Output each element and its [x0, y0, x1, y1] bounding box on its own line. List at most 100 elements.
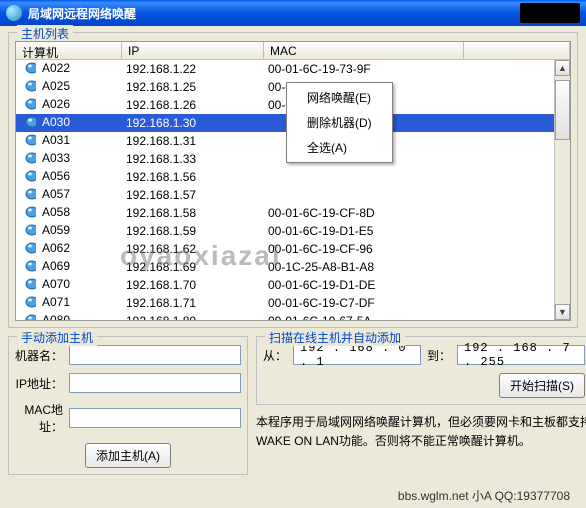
- machine-name-input[interactable]: [69, 345, 241, 365]
- ip-label: IP地址：: [15, 375, 69, 392]
- table-row[interactable]: A070 192.168.1.7000-01-6C-19-D1-DE: [16, 276, 570, 294]
- cell-ip: 192.168.1.59: [122, 224, 264, 238]
- computer-icon: [20, 205, 36, 219]
- cell-name: A058: [38, 205, 70, 219]
- cell-ip: 192.168.1.33: [122, 152, 264, 166]
- scroll-up-button[interactable]: ▲: [555, 60, 570, 76]
- cell-name: A031: [38, 133, 70, 147]
- to-ip-input[interactable]: 192 . 168 . 7 . 255: [457, 345, 585, 365]
- cell-mac: 00-01-6C-19-CF-96: [264, 242, 464, 256]
- cell-ip: 192.168.1.80: [122, 314, 264, 321]
- table-row[interactable]: A057 192.168.1.57: [16, 186, 570, 204]
- menu-wake[interactable]: 网络唤醒(E): [289, 85, 390, 110]
- cell-ip: 192.168.1.57: [122, 188, 264, 202]
- table-row[interactable]: A022 192.168.1.2200-01-6C-19-73-9F: [16, 60, 570, 78]
- cell-name: A057: [38, 187, 70, 201]
- table-row[interactable]: A059 192.168.1.5900-01-6C-19-D1-E5: [16, 222, 570, 240]
- cell-mac: 00-01-6C-19-73-9F: [264, 62, 464, 76]
- add-host-button[interactable]: 添加主机(A): [85, 443, 171, 468]
- scroll-down-button[interactable]: ▼: [555, 304, 570, 320]
- computer-icon: [20, 187, 36, 201]
- computer-icon: [20, 295, 36, 309]
- cell-ip: 192.168.1.30: [122, 116, 264, 130]
- computer-icon: [20, 223, 36, 237]
- host-listview[interactable]: 计算机 IP MAC A022 192.168.1.2200-01-6C-19-7…: [15, 41, 571, 321]
- col-ip[interactable]: IP: [122, 42, 264, 59]
- cell-name: A056: [38, 169, 70, 183]
- scan-group: 扫描在线主机并自动添加 从： 192 . 168 . 0 . 1 到： 192 …: [256, 336, 586, 405]
- context-menu: 网络唤醒(E) 删除机器(D) 全选(A): [286, 82, 393, 163]
- col-computer[interactable]: 计算机: [16, 42, 122, 59]
- cell-name: A070: [38, 277, 70, 291]
- cell-ip: 192.168.1.56: [122, 170, 264, 184]
- cell-mac: 00-01-6C-19-D1-E5: [264, 224, 464, 238]
- cell-name: A059: [38, 223, 70, 237]
- menu-delete[interactable]: 删除机器(D): [289, 110, 390, 135]
- computer-icon: [20, 61, 36, 75]
- cell-mac: 00-01-6C-19-C7-DF: [264, 296, 464, 310]
- cell-mac: 00-01-6C-19-CF-8D: [264, 206, 464, 220]
- cell-ip: 192.168.1.69: [122, 260, 264, 274]
- from-ip-input[interactable]: 192 . 168 . 0 . 1: [293, 345, 421, 365]
- cell-ip: 192.168.1.25: [122, 80, 264, 94]
- cell-mac: 00-01-6C-19-67-5A: [264, 314, 464, 321]
- cell-ip: 192.168.1.31: [122, 134, 264, 148]
- cell-name: A025: [38, 79, 70, 93]
- cell-name: A026: [38, 97, 70, 111]
- vertical-scrollbar[interactable]: ▲ ▼: [554, 60, 570, 320]
- hostlist-group: 主机列表 计算机 IP MAC A022192.168.1.2200-01-6C…: [8, 32, 578, 328]
- window-titlebar[interactable]: 局域网远程网络唤醒: [0, 0, 586, 26]
- computer-icon: [20, 277, 36, 291]
- cell-ip: 192.168.1.22: [122, 62, 264, 76]
- computer-icon: [20, 259, 36, 273]
- computer-icon: [20, 151, 36, 165]
- window-title: 局域网远程网络唤醒: [28, 5, 136, 22]
- cell-mac: 00-01-6C-19-D1-DE: [264, 278, 464, 292]
- to-label: 到：: [427, 347, 451, 364]
- computer-icon: [20, 97, 36, 111]
- scroll-thumb[interactable]: [555, 80, 570, 140]
- table-row[interactable]: A056 192.168.1.56: [16, 168, 570, 186]
- cell-name: A022: [38, 61, 70, 75]
- col-mac[interactable]: MAC: [264, 42, 464, 59]
- col-spacer: [464, 42, 570, 59]
- cell-ip: 192.168.1.71: [122, 296, 264, 310]
- menu-selectall[interactable]: 全选(A): [289, 135, 390, 160]
- info-text: 本程序用于局域网网络唤醒计算机，但必须要网卡和主板都支持WAKE ON LAN功…: [256, 413, 586, 451]
- table-row[interactable]: A080 192.168.1.8000-01-6C-19-67-5A: [16, 312, 570, 321]
- app-icon: [6, 5, 22, 21]
- from-label: 从：: [263, 347, 287, 364]
- addhost-title: 手动添加主机: [17, 329, 97, 346]
- machine-name-label: 机器名：: [15, 347, 69, 364]
- cell-name: A030: [38, 115, 70, 129]
- cell-ip: 192.168.1.58: [122, 206, 264, 220]
- cell-name: A080: [38, 313, 70, 322]
- ip-input[interactable]: [69, 373, 241, 393]
- mac-label: MAC地址：: [15, 401, 69, 435]
- computer-icon: [20, 241, 36, 255]
- computer-icon: [20, 79, 36, 93]
- cell-ip: 192.168.1.26: [122, 98, 264, 112]
- table-row[interactable]: A071 192.168.1.7100-01-6C-19-C7-DF: [16, 294, 570, 312]
- table-row[interactable]: A062 192.168.1.6200-01-6C-19-CF-96: [16, 240, 570, 258]
- footer-text: bbs.wglm.net 小A QQ:19377708: [8, 483, 578, 504]
- addhost-group: 手动添加主机 机器名： IP地址： MAC地址： 添加主机(A): [8, 336, 248, 475]
- window-controls[interactable]: [520, 3, 580, 23]
- computer-icon: [20, 313, 36, 322]
- computer-icon: [20, 133, 36, 147]
- cell-name: A069: [38, 259, 70, 273]
- mac-input[interactable]: [69, 408, 241, 428]
- cell-name: A071: [38, 295, 70, 309]
- start-scan-button[interactable]: 开始扫描(S): [499, 373, 585, 398]
- cell-name: A033: [38, 151, 70, 165]
- hostlist-title: 主机列表: [17, 25, 73, 42]
- cell-name: A062: [38, 241, 70, 255]
- computer-icon: [20, 115, 36, 129]
- computer-icon: [20, 169, 36, 183]
- column-headers[interactable]: 计算机 IP MAC: [16, 42, 570, 60]
- cell-ip: 192.168.1.62: [122, 242, 264, 256]
- cell-ip: 192.168.1.70: [122, 278, 264, 292]
- table-row[interactable]: A058 192.168.1.5800-01-6C-19-CF-8D: [16, 204, 570, 222]
- table-row[interactable]: A069 192.168.1.6900-1C-25-A8-B1-A8: [16, 258, 570, 276]
- cell-mac: 00-1C-25-A8-B1-A8: [264, 260, 464, 274]
